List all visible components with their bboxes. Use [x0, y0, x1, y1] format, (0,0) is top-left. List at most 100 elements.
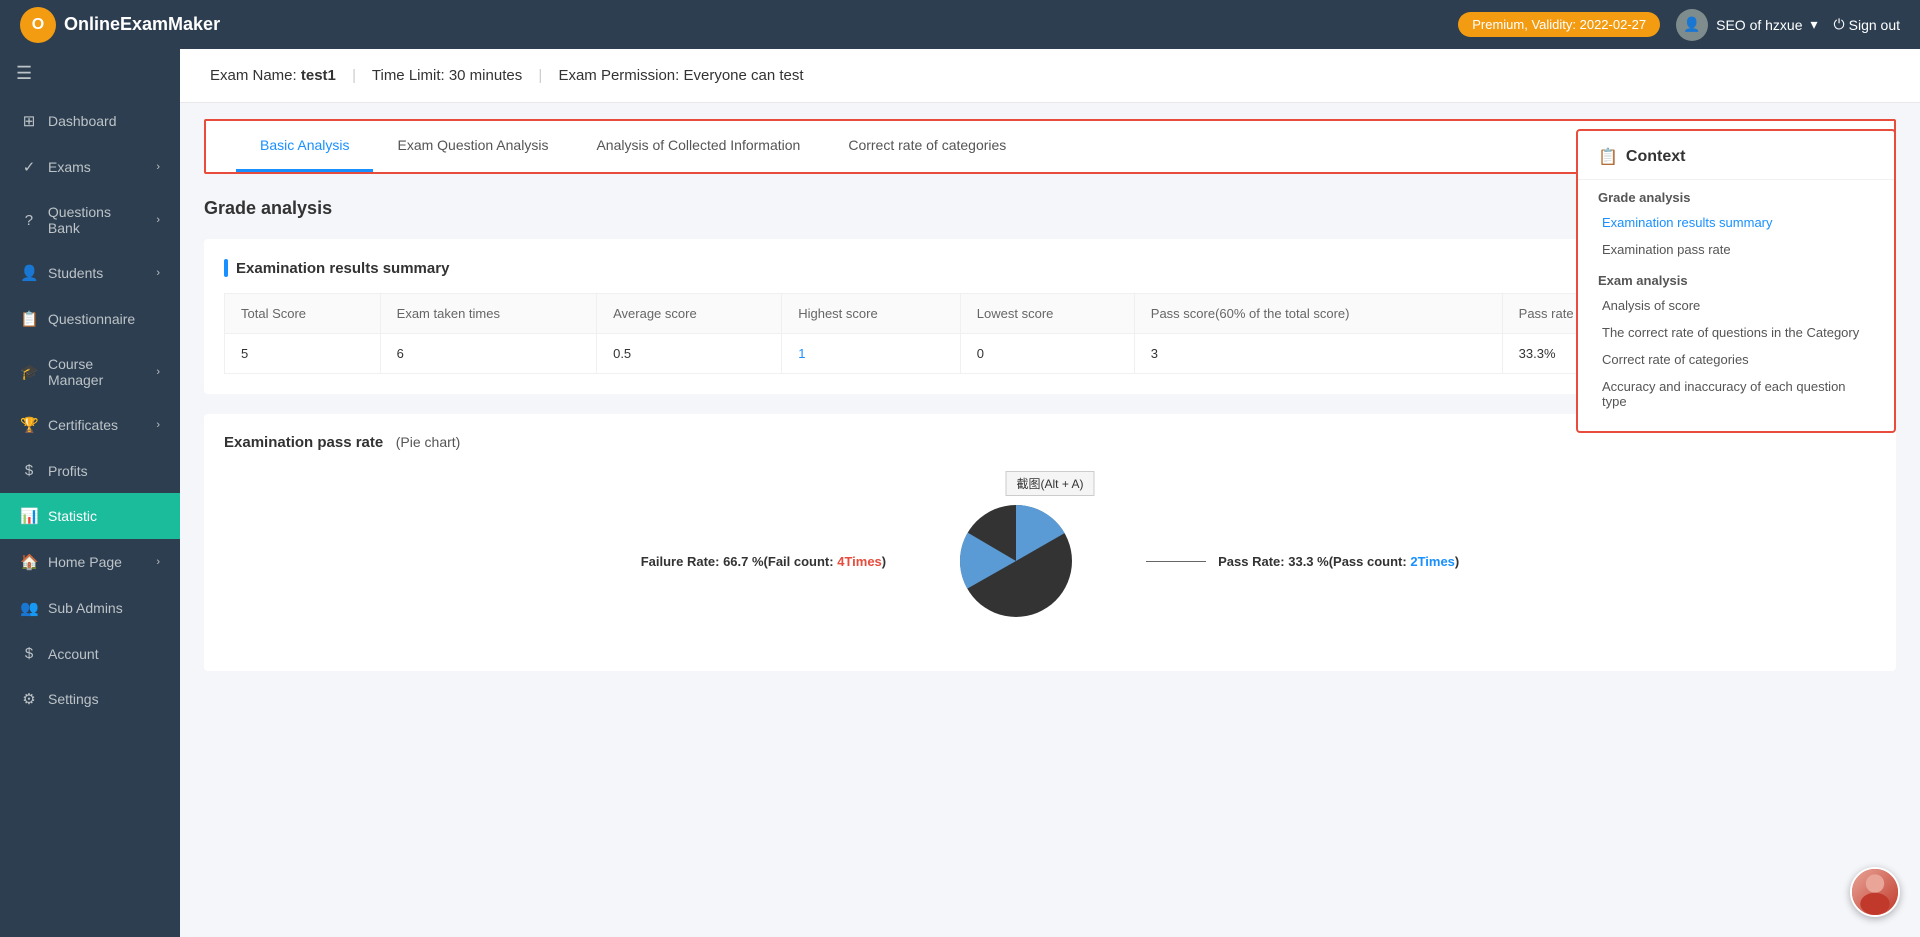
tabs: Basic Analysis Exam Question Analysis An… [236, 121, 1030, 172]
sidebar-item-dashboard[interactable]: ⊞ Dashboard [0, 98, 180, 144]
sidebar-item-label: Statistic [48, 508, 97, 524]
context-item-exam-results-summary[interactable]: Examination results summary [1578, 209, 1894, 236]
questions-icon: ? [20, 212, 38, 229]
exam-header: Exam Name: test1 | Time Limit: 30 minute… [180, 49, 1920, 103]
sidebar-item-homepage[interactable]: 🏠 Home Page › [0, 539, 180, 585]
sidebar-item-label: Questions Bank [48, 204, 146, 236]
statistic-icon: 📊 [20, 507, 38, 525]
chevron-right-icon: › [156, 556, 160, 568]
exams-icon: ✓ [20, 158, 38, 176]
sidebar-item-label: Profits [48, 463, 88, 479]
permission-label: Exam Permission: Everyone can test [558, 67, 803, 84]
tab-label: Analysis of Collected Information [596, 137, 800, 153]
app-body: ☰ ⊞ Dashboard ✓ Exams › ? Questions Bank… [0, 49, 1920, 937]
sidebar-item-profits[interactable]: $ Profits [0, 448, 180, 493]
user-info[interactable]: 👤 SEO of hzxue ▾ [1676, 9, 1817, 41]
hamburger-icon: ☰ [16, 63, 32, 83]
sidebar-item-label: Sub Admins [48, 600, 123, 616]
cell-highest: 1 [782, 334, 961, 374]
sidebar-item-label: Certificates [48, 417, 118, 433]
avatar-image [1852, 869, 1898, 915]
pie-chart-wrapper: 截图(Alt + A) Failure Rate: 66.7 %(Fail co… [224, 471, 1876, 651]
sidebar-item-account[interactable]: $ Account [0, 631, 180, 676]
exam-name-label: Exam Name: test1 [210, 67, 336, 84]
sidebar: ☰ ⊞ Dashboard ✓ Exams › ? Questions Bank… [0, 49, 180, 937]
bottom-right-avatar[interactable] [1850, 867, 1900, 917]
sidebar-item-course-manager[interactable]: 🎓 Course Manager › [0, 342, 180, 402]
pie-chart-container: Failure Rate: 66.7 %(Fail count: 4Times) [224, 471, 1876, 651]
context-item-exam-pass-rate[interactable]: Examination pass rate [1578, 236, 1894, 263]
pie-chart-section: Examination pass rate (Pie chart) 截图(Alt… [204, 414, 1896, 671]
context-exam-analysis-header: Exam analysis [1578, 263, 1894, 292]
tab-basic-analysis[interactable]: Basic Analysis [236, 121, 373, 172]
tab-collected-info[interactable]: Analysis of Collected Information [572, 121, 824, 172]
students-icon: 👤 [20, 264, 38, 282]
tab-category-statistics[interactable]: Correct rate of categories [824, 121, 1030, 172]
sign-out-button[interactable]: ⏻ Sign out [1834, 16, 1900, 33]
context-panel: 📋 Context Grade analysis Examination res… [1576, 129, 1896, 433]
chevron-down-icon: ▾ [1811, 16, 1818, 33]
sign-out-label: Sign out [1849, 17, 1900, 33]
premium-badge: Premium, Validity: 2022-02-27 [1458, 12, 1660, 37]
sidebar-item-label: Course Manager [48, 356, 146, 388]
cell-avg-score: 0.5 [597, 334, 782, 374]
certificates-icon: 🏆 [20, 416, 38, 434]
chevron-right-icon: › [156, 419, 160, 431]
sidebar-item-statistic[interactable]: 📊 Statistic [0, 493, 180, 539]
sidebar-toggle-button[interactable]: ☰ [0, 49, 180, 98]
pie-chart [946, 491, 1086, 631]
cell-lowest: 0 [960, 334, 1134, 374]
sidebar-item-label: Home Page [48, 554, 122, 570]
time-limit-label: Time Limit: 30 minutes [372, 67, 522, 84]
tab-label: Correct rate of categories [848, 137, 1006, 153]
cell-pass-score: 3 [1134, 334, 1502, 374]
power-icon: ⏻ [1834, 16, 1845, 33]
pass-rate-legend: Pass Rate: 33.3 %(Pass count: 2Times) [1146, 554, 1459, 569]
dashboard-icon: ⊞ [20, 112, 38, 130]
sidebar-item-exams[interactable]: ✓ Exams › [0, 144, 180, 190]
context-title-text: Context [1626, 148, 1686, 166]
sidebar-item-label: Settings [48, 691, 99, 707]
user-name: SEO of hzxue [1716, 17, 1802, 33]
sidebar-item-settings[interactable]: ⚙ Settings [0, 676, 180, 722]
pie-title: Examination pass rate (Pie chart) [224, 434, 1876, 451]
cell-exam-taken: 6 [380, 334, 596, 374]
sidebar-item-questions-bank[interactable]: ? Questions Bank › [0, 190, 180, 250]
sidebar-item-label: Questionnaire [48, 311, 135, 327]
topbar-right: Premium, Validity: 2022-02-27 👤 SEO of h… [1458, 9, 1900, 41]
tab-label: Basic Analysis [260, 137, 349, 153]
questionnaire-icon: 📋 [20, 310, 38, 328]
context-grade-analysis-header: Grade analysis [1578, 180, 1894, 209]
sidebar-item-sub-admins[interactable]: 👥 Sub Admins [0, 585, 180, 631]
avatar-svg [1852, 867, 1898, 915]
context-item-analysis-of-score[interactable]: Analysis of score [1578, 292, 1894, 319]
separator: | [538, 67, 542, 84]
chevron-right-icon: › [156, 214, 160, 226]
sidebar-item-label: Students [48, 265, 103, 281]
context-item-accuracy-inaccuracy[interactable]: Accuracy and inaccuracy of each question… [1578, 373, 1894, 415]
sidebar-item-students[interactable]: 👤 Students › [0, 250, 180, 296]
sidebar-item-questionnaire[interactable]: 📋 Questionnaire [0, 296, 180, 342]
col-avg-score: Average score [597, 294, 782, 334]
topbar: O OnlineExamMaker Premium, Validity: 202… [0, 0, 1920, 49]
context-icon: 📋 [1598, 147, 1618, 167]
logo-icon: O [20, 7, 56, 43]
col-total-score: Total Score [225, 294, 381, 334]
sidebar-item-certificates[interactable]: 🏆 Certificates › [0, 402, 180, 448]
sidebar-item-label: Account [48, 646, 99, 662]
failure-rate-legend: Failure Rate: 66.7 %(Fail count: 4Times) [641, 554, 886, 569]
main-content: Exam Name: test1 | Time Limit: 30 minute… [180, 49, 1920, 937]
col-exam-taken: Exam taken times [380, 294, 596, 334]
chevron-right-icon: › [156, 161, 160, 173]
sidebar-item-label: Exams [48, 159, 91, 175]
pie-svg [946, 491, 1086, 631]
exam-name-value: test1 [301, 67, 336, 84]
tab-exam-question-analysis[interactable]: Exam Question Analysis [373, 121, 572, 172]
avatar: 👤 [1676, 9, 1708, 41]
context-item-correct-rate-categories[interactable]: Correct rate of categories [1578, 346, 1894, 373]
app-name: OnlineExamMaker [64, 14, 220, 35]
screenshot-tooltip: 截图(Alt + A) [1005, 471, 1094, 496]
sidebar-item-label: Dashboard [48, 113, 117, 129]
context-item-correct-rate-category[interactable]: The correct rate of questions in the Cat… [1578, 319, 1894, 346]
chevron-right-icon: › [156, 267, 160, 279]
